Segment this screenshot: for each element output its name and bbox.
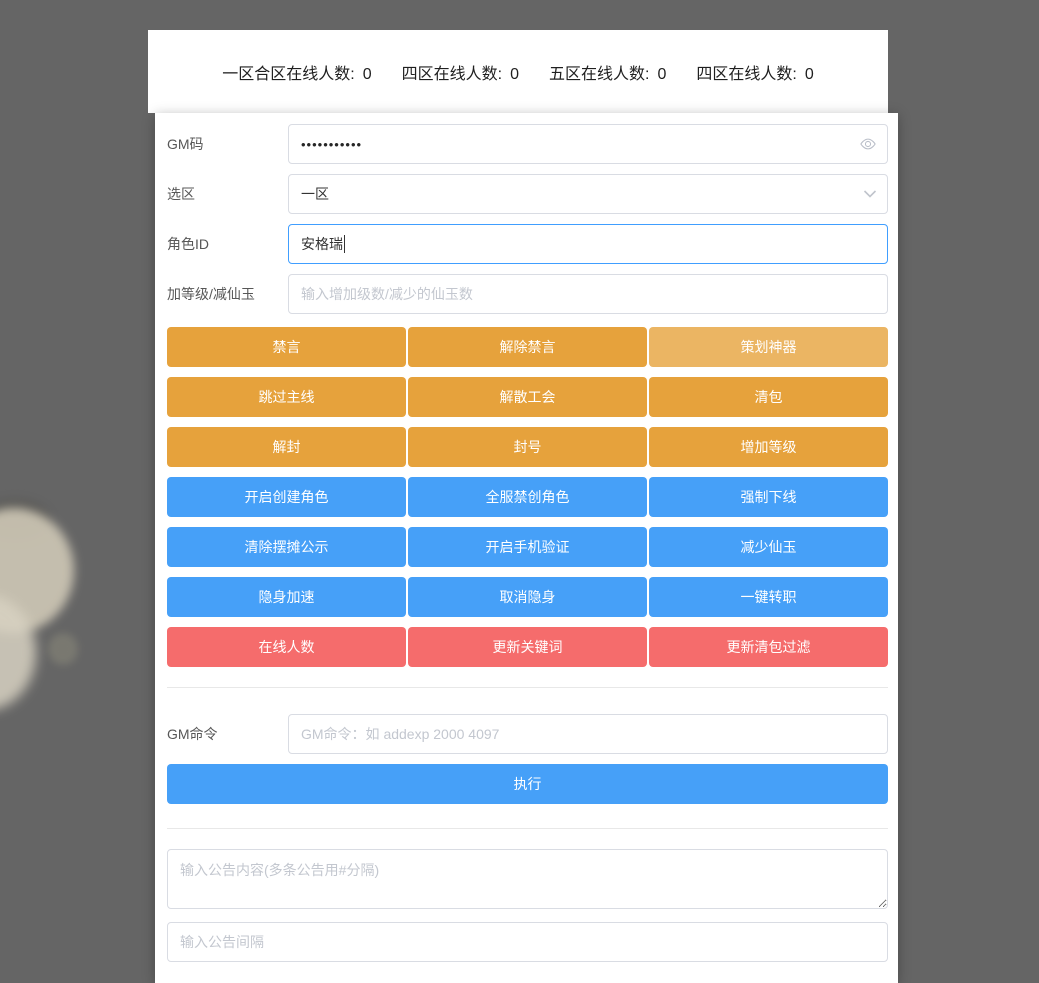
execute-button[interactable]: 执行	[167, 764, 888, 804]
enable-create-role-button[interactable]: 开启创建角色	[167, 477, 406, 517]
artwork-shadow-blob	[0, 500, 50, 540]
role-id-label: 角色ID	[167, 234, 288, 254]
force-offline-button[interactable]: 强制下线	[649, 477, 888, 517]
role-id-input[interactable]: 安格瑞	[288, 224, 888, 264]
mute-button[interactable]: 禁言	[167, 327, 406, 367]
announcement-interval-input[interactable]	[167, 922, 888, 962]
role-id-row: 角色ID 安格瑞	[167, 224, 888, 264]
artwork-small-blob	[48, 633, 78, 665]
stealth-speed-button[interactable]: 隐身加速	[167, 577, 406, 617]
artwork-face-blob	[0, 595, 36, 710]
clear-bag-button[interactable]: 清包	[649, 377, 888, 417]
role-id-value: 安格瑞	[301, 234, 343, 254]
stat-zone4: 四区在线人数: 0	[402, 60, 519, 84]
text-caret	[344, 235, 345, 253]
ban-account-button[interactable]: 封号	[408, 427, 647, 467]
disband-guild-button[interactable]: 解散工会	[408, 377, 647, 417]
update-keywords-button[interactable]: 更新关键词	[408, 627, 647, 667]
stat-label: 四区在线人数:	[696, 66, 796, 83]
cancel-stealth-button[interactable]: 取消隐身	[408, 577, 647, 617]
stat-value: 0	[510, 66, 519, 83]
stat-label: 四区在线人数:	[402, 66, 502, 83]
announcement-content-textarea[interactable]	[167, 849, 888, 909]
one-key-class-change-button[interactable]: 一键转职	[649, 577, 888, 617]
section-divider	[167, 828, 888, 829]
zone-select[interactable]: 一区	[288, 174, 888, 214]
online-stats-bar: 一区合区在线人数: 0 四区在线人数: 0 五区在线人数: 0 四区在线人数: 0	[148, 30, 888, 113]
level-jade-placeholder: 输入增加级数/减少的仙玉数	[301, 284, 473, 304]
update-clearbag-filter-button[interactable]: 更新清包过滤	[649, 627, 888, 667]
stat-label: 五区在线人数:	[549, 66, 649, 83]
clear-stall-notice-button[interactable]: 清除摆摊公示	[167, 527, 406, 567]
disable-create-role-button[interactable]: 全服禁创角色	[408, 477, 647, 517]
gm-code-input[interactable]: •••••••••••	[288, 124, 888, 164]
gm-action-grid: 禁言 解除禁言 策划神器 跳过主线 解散工会 清包 解封 封号 增加等级 开启创…	[167, 327, 888, 667]
zone-selected-value: 一区	[301, 184, 329, 204]
stat-value: 0	[805, 66, 814, 83]
artwork-hair-blob	[0, 508, 74, 633]
zone-label: 选区	[167, 184, 288, 204]
zone-row: 选区 一区	[167, 174, 888, 214]
chevron-down-icon	[863, 190, 877, 199]
stat-zone1: 一区合区在线人数: 0	[222, 60, 371, 84]
stat-zone4b: 四区在线人数: 0	[696, 60, 813, 84]
unban-button[interactable]: 解封	[167, 427, 406, 467]
gm-code-label: GM码	[167, 134, 288, 154]
level-jade-input[interactable]: 输入增加级数/减少的仙玉数	[288, 274, 888, 314]
reduce-jade-button[interactable]: 减少仙玉	[649, 527, 888, 567]
online-count-button[interactable]: 在线人数	[167, 627, 406, 667]
planner-tool-button[interactable]: 策划神器	[649, 327, 888, 367]
gm-code-row: GM码 •••••••••••	[167, 124, 888, 164]
skip-mainline-button[interactable]: 跳过主线	[167, 377, 406, 417]
eye-icon[interactable]	[859, 137, 877, 151]
gm-code-masked-value: •••••••••••	[301, 137, 362, 152]
enable-phone-verify-button[interactable]: 开启手机验证	[408, 527, 647, 567]
gm-command-label: GM命令	[167, 724, 288, 744]
stat-label: 一区合区在线人数:	[222, 66, 354, 83]
stat-zone5: 五区在线人数: 0	[549, 60, 666, 84]
level-jade-row: 加等级/减仙玉 输入增加级数/减少的仙玉数	[167, 274, 888, 314]
unmute-button[interactable]: 解除禁言	[408, 327, 647, 367]
stat-value: 0	[657, 66, 666, 83]
level-jade-label: 加等级/减仙玉	[167, 284, 288, 304]
section-divider	[167, 687, 888, 688]
gm-panel: GM码 ••••••••••• 选区 一区 角色ID 安格瑞	[155, 113, 898, 983]
stat-value: 0	[363, 66, 372, 83]
gm-command-placeholder: GM命令：如 addexp 2000 4097	[301, 724, 499, 744]
add-level-button[interactable]: 增加等级	[649, 427, 888, 467]
gm-command-input[interactable]: GM命令：如 addexp 2000 4097	[288, 714, 888, 754]
gm-command-row: GM命令 GM命令：如 addexp 2000 4097	[167, 714, 888, 754]
